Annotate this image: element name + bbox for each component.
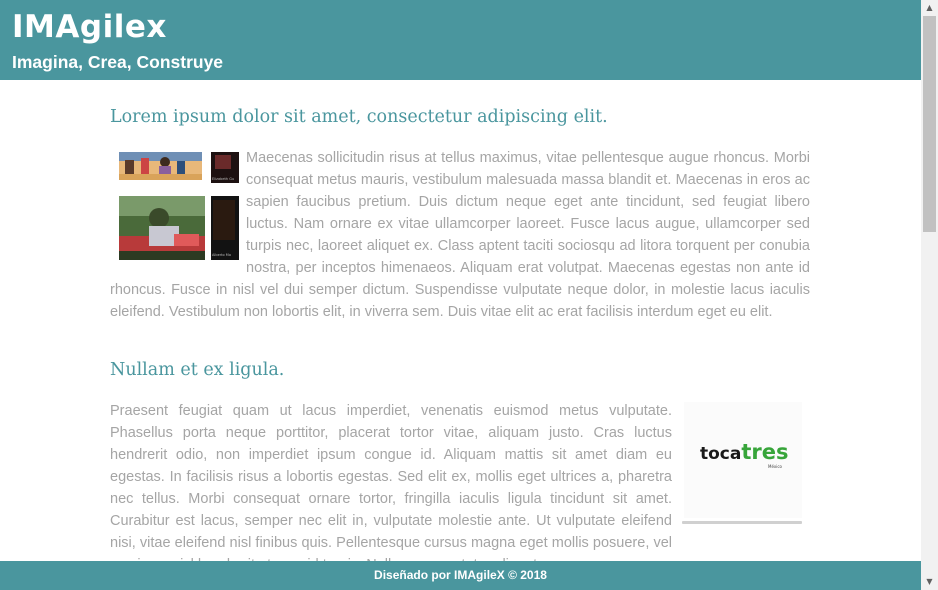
tocatres-logo-sub: México: [768, 464, 782, 469]
site-logo[interactable]: IMAgilex: [12, 8, 167, 46]
photo-thumb-top-right: Elizabeth Gu: [211, 152, 239, 183]
tocatres-logo: tocatres: [700, 440, 789, 465]
photo-thumb-bottom-left: [119, 196, 205, 260]
photo-thumb-bottom-right: Alberto Mo: [211, 196, 239, 260]
photo-collage: Elizabeth Gu Alberto Mo: [110, 147, 240, 277]
tocatres-logo-image: tocatres México: [680, 400, 810, 534]
scrollbar-thumb[interactable]: [923, 16, 936, 232]
tocatres-logo-part1: toca: [700, 444, 742, 464]
section-heading-2: Nullam et ex ligula.: [110, 360, 285, 380]
section-2-body: tocatres México Praesent feugiat quam ut…: [110, 400, 810, 561]
main-content: Lorem ipsum dolor sit amet, consectetur …: [110, 80, 810, 561]
vertical-scrollbar[interactable]: ▲ ▼: [921, 0, 938, 590]
photo-thumb-top-left: [119, 152, 202, 180]
site-header: IMAgilex Imagina, Crea, Construye: [0, 0, 921, 80]
photo-caption-2: Alberto Mo: [212, 253, 231, 257]
photo-caption-1: Elizabeth Gu: [212, 177, 234, 181]
scroll-up-arrow-icon[interactable]: ▲: [921, 0, 938, 16]
image-underline: [682, 521, 802, 524]
scroll-down-arrow-icon[interactable]: ▼: [921, 574, 938, 590]
section-1-body: Elizabeth Gu Alberto Mo Maecenas sollici…: [110, 147, 810, 323]
site-footer: Diseñado por IMAgileX © 2018: [0, 561, 921, 590]
tocatres-logo-part2: tres: [741, 440, 789, 464]
tocatres-logo-box: tocatres México: [684, 402, 802, 518]
site-tagline: Imagina, Crea, Construye: [12, 52, 224, 72]
section-heading-1: Lorem ipsum dolor sit amet, consectetur …: [110, 107, 608, 127]
